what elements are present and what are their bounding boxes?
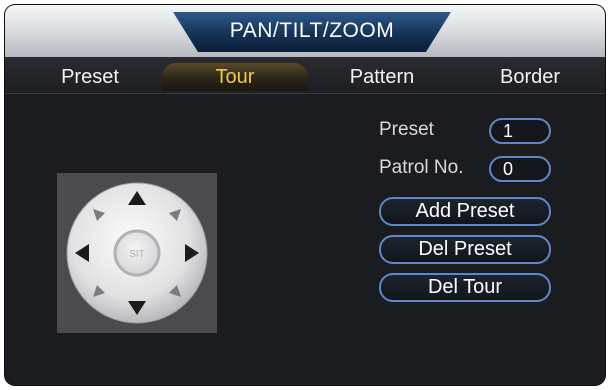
tab-tour[interactable]: Tour bbox=[162, 63, 308, 91]
preset-input[interactable] bbox=[489, 118, 551, 144]
del-tour-button[interactable]: Del Tour bbox=[379, 273, 551, 302]
ptz-dialog: PAN/TILT/ZOOM Preset Tour Pattern Border… bbox=[5, 5, 605, 385]
add-preset-button[interactable]: Add Preset bbox=[379, 197, 551, 226]
ptz-pad-graphic: SIT bbox=[66, 182, 208, 324]
patrol-no-input[interactable] bbox=[489, 156, 551, 182]
ptz-direction-pad: SIT bbox=[57, 173, 217, 333]
tab-preset[interactable]: Preset bbox=[25, 63, 155, 91]
tab-pattern[interactable]: Pattern bbox=[317, 63, 447, 91]
tab-bar: Preset Tour Pattern Border bbox=[5, 57, 605, 94]
dialog-title: PAN/TILT/ZOOM bbox=[229, 19, 395, 42]
preset-label: Preset bbox=[379, 119, 434, 140]
patrol-no-label: Patrol No. bbox=[379, 157, 464, 178]
tab-border[interactable]: Border bbox=[465, 63, 595, 91]
ptz-center-label: SIT bbox=[129, 249, 145, 260]
del-preset-button[interactable]: Del Preset bbox=[379, 235, 551, 264]
